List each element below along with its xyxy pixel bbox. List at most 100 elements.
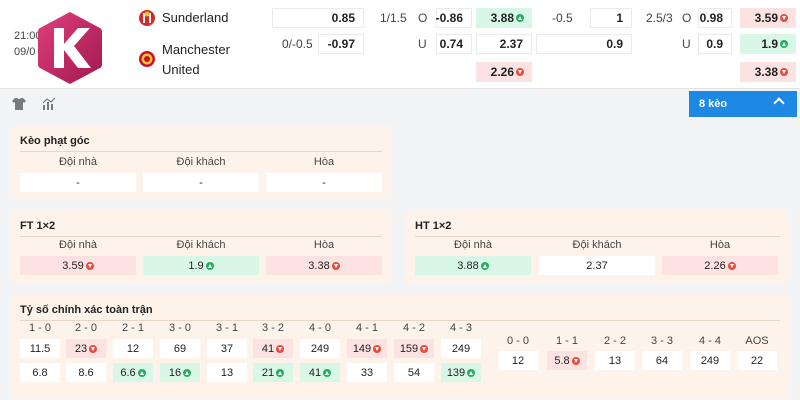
corner-draw-odd[interactable]: - [266,173,382,192]
ht-draw-odd[interactable]: 2.26 [662,256,778,275]
half-under-odd[interactable]: 0.9 [698,34,732,54]
toolbar [0,88,800,118]
arrow-up-icon [205,261,214,270]
score-odd[interactable]: 8.6 [66,363,106,382]
arrow-up-icon [467,368,476,377]
score-odd[interactable]: 249 [300,339,340,358]
over-odd[interactable]: -0.86 [436,8,472,28]
ht-header-away: Đội khách [572,239,622,251]
half-away-1x2-odd[interactable]: 1.9 [740,34,796,54]
half-draw-1x2-odd[interactable]: 3.38 [740,62,796,82]
score-odd[interactable]: 12 [498,351,538,370]
score-odd[interactable]: 5.8 [547,351,587,370]
ft-home-odd[interactable]: 3.59 [20,256,136,275]
home-1x2-odd[interactable]: 3.88 [476,8,532,28]
away-handicap-odd[interactable]: -0.97 [318,34,364,54]
score-odd[interactable]: 41 [253,339,293,358]
ht-header-home: Đội nhà [454,239,492,251]
score-odd[interactable]: 13 [207,363,247,382]
score-odd[interactable]: 11.5 [20,339,60,358]
jersey-icon[interactable] [12,97,26,111]
score-odd[interactable]: 69 [160,339,200,358]
half-home-1x2-odd[interactable]: 3.59 [740,8,796,28]
score-odd[interactable]: 16 [160,363,200,382]
corner-header-draw: Hòa [313,156,335,168]
sunderland-crest-icon [139,10,155,26]
score-odd[interactable]: 6.6 [113,363,153,382]
score-header: 4 - 0 [308,322,331,334]
corner-header-away: Đội khách [176,156,226,168]
over-label: O [418,11,428,25]
corner-away-odd[interactable]: - [143,173,259,192]
ft-header-away: Đội khách [176,239,226,251]
corner-header-home: Đội nhà [59,156,97,168]
score-header: 2 - 2 [603,335,626,347]
ft-away-odd[interactable]: 1.9 [143,256,259,275]
score-odd[interactable]: 159 [394,339,434,358]
score-odd[interactable]: 149 [347,339,387,358]
away-handicap-line: 0/-0.5 [282,37,313,51]
ft-header-home: Đội nhà [59,239,97,251]
ft-header-draw: Hòa [313,239,335,251]
score-odd[interactable]: 22 [737,351,777,370]
score-odd[interactable]: 23 [66,339,106,358]
chevron-up-icon [773,97,785,109]
home-team-name: Sunderland [162,10,229,25]
ht-home-odd[interactable]: 3.88 [415,256,531,275]
score-header: 0 - 0 [506,335,529,347]
match-date: 09/0 [14,46,36,58]
score-header: 4 - 1 [355,322,378,334]
half-handicap-line: -0.5 [552,11,573,25]
away-1x2-odd[interactable]: 2.37 [476,34,532,54]
arrow-down-icon [85,261,94,270]
half-away-handicap-odd[interactable]: 0.9 [536,34,632,54]
score-odd[interactable]: 6.8 [20,363,60,382]
score-odd[interactable]: 33 [347,363,387,382]
score-odd[interactable]: 249 [690,351,730,370]
score-header: 4 - 3 [449,322,472,334]
score-odd[interactable]: 54 [394,363,434,382]
score-header: 3 - 1 [215,322,238,334]
away-team[interactable]: Manchester United [138,40,230,80]
score-odd[interactable]: 37 [207,339,247,358]
corner-odds-panel: Kèo phạt góc Đội nhà Đội khách Hòa - - - [10,125,392,199]
arrow-up-icon [780,40,788,48]
away-team-name-line1: Manchester [162,42,230,57]
score-odd[interactable]: 13 [595,351,635,370]
home-handicap-odd[interactable]: 0.85 [272,8,364,28]
corner-panel-title: Kèo phạt góc [20,135,90,147]
arrow-down-icon [727,261,736,270]
score-header: 3 - 0 [168,322,191,334]
score-header: 1 - 1 [555,335,578,347]
corner-home-odd[interactable]: - [20,173,136,192]
match-row: 21:00 09/0 Sunderland Manchester United … [0,0,800,88]
score-panel-title: Tỷ số chính xác toàn trận [20,304,153,316]
score-header: 4 - 4 [698,335,721,347]
keo-count-toggle-button[interactable]: 8 kèo [689,91,797,117]
arrow-down-icon [780,14,788,22]
half-home-handicap-odd[interactable]: 1 [590,8,632,28]
score-odd[interactable]: 249 [441,339,481,358]
home-team[interactable]: Sunderland [138,8,229,28]
arrow-up-icon [323,368,332,377]
score-odd[interactable]: 139 [441,363,481,382]
arrow-down-icon [331,261,340,270]
ft-1x2-panel: FT 1×2 Đội nhà Đội khách Hòa 3.59 1.9 3.… [10,210,392,284]
ht-away-odd[interactable]: 2.37 [539,256,655,275]
score-odd[interactable]: 12 [113,339,153,358]
arrow-up-icon [183,368,192,377]
score-header: 4 - 2 [402,322,425,334]
score-odd[interactable]: 41 [300,363,340,382]
stats-chart-icon[interactable] [42,97,56,111]
draw-1x2-odd[interactable]: 2.26 [476,62,532,82]
under-odd[interactable]: 0.74 [436,34,472,54]
ft-draw-odd[interactable]: 3.38 [266,256,382,275]
arrow-down-icon [89,344,98,353]
score-odd[interactable]: 21 [253,363,293,382]
score-header: 3 - 3 [650,335,673,347]
half-over-odd[interactable]: 0.98 [698,8,732,28]
arrow-up-icon [137,368,146,377]
score-odd[interactable]: 64 [642,351,682,370]
score-header: AOS [745,335,769,347]
arrow-down-icon [276,344,285,353]
